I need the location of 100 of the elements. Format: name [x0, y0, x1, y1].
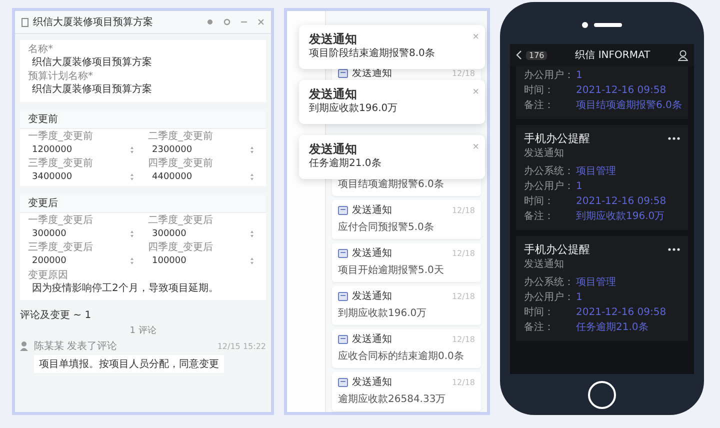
- toast-title: 发送通知: [309, 141, 358, 157]
- field-label: 名称*: [28, 44, 54, 56]
- notification-date: 12/18: [452, 292, 475, 300]
- number-field[interactable]: 1200000: [28, 143, 138, 157]
- calendar-icon: [338, 248, 348, 258]
- calendar-icon: [338, 378, 348, 386]
- toast-message: 项目阶段结束逾期报警8.0条: [309, 47, 436, 61]
- notification-date: 12/18: [452, 206, 475, 214]
- field-label: 二季度_变更前: [148, 131, 214, 143]
- user-icon[interactable]: [678, 50, 688, 60]
- notification-text: 项目结项逾期报警6.0条: [338, 178, 445, 192]
- row-value: 到期应收款196.0万: [576, 210, 665, 224]
- speaker-icon: [594, 23, 622, 27]
- card-title: 手机办公提醒: [524, 131, 590, 146]
- notification-card[interactable]: 发送通知 12/18 项目开始逾期报警5.0天: [332, 243, 481, 282]
- row-label: 时间：: [524, 194, 555, 209]
- close-icon[interactable]: [257, 18, 265, 26]
- row-label: 办公用户：: [524, 180, 575, 194]
- field-value: 织信大厦装修项目预算方案: [31, 56, 153, 69]
- more-icon[interactable]: [668, 137, 680, 140]
- row-value: 2021-12-16 09:58: [576, 306, 666, 320]
- field-label: 预算计划名称*: [28, 71, 94, 83]
- notification-card[interactable]: 发送通知 12/18 应收合同标的结束逾期0.0条: [332, 329, 481, 368]
- more-icon[interactable]: [668, 248, 680, 251]
- field-label: 四季度_变更后: [148, 242, 214, 254]
- notification-card[interactable]: 发送通知 12/18 逾期应收款26584.33万: [332, 372, 481, 411]
- notification-date: 12/18: [452, 248, 475, 258]
- comment-author: 陈某某 发表了评论: [34, 340, 118, 353]
- number-field[interactable]: 200000: [28, 254, 138, 268]
- row-value: 项目管理: [576, 276, 616, 290]
- notification-title: 发送通知: [352, 246, 393, 260]
- toast-message: 任务逾期21.0条: [309, 157, 382, 171]
- notification-text: 应付合同预报警5.0条: [338, 220, 435, 235]
- row-label: 办公系统：: [524, 276, 575, 290]
- chevron-left-icon: [516, 50, 522, 60]
- camera-icon: [582, 22, 588, 28]
- row-value: 任务逾期21.0条: [576, 320, 648, 335]
- calendar-icon: [338, 206, 348, 214]
- stepper-icon: [250, 173, 254, 181]
- calendar-icon: [338, 292, 348, 300]
- avatar-icon: [20, 341, 28, 351]
- field-value: 织信大厦装修项目预算方案: [31, 83, 153, 96]
- home-button[interactable]: [588, 380, 616, 408]
- number-field[interactable]: 100000: [148, 254, 258, 268]
- section-title: 评论及变更 ~ 1: [20, 309, 92, 322]
- field-label: 一季度_变更后: [28, 215, 94, 227]
- notification-title: 发送通知: [352, 332, 393, 346]
- row-value: 项目管理: [576, 165, 616, 179]
- row-label: 备注：: [524, 320, 555, 335]
- field-value: 因为疫情影响停工2个月，导致项目延期。: [31, 282, 220, 296]
- card-subtitle: 发送通知: [524, 258, 565, 271]
- row-value: 2021-12-16 09:58: [576, 84, 666, 98]
- window-title: 织信大厦装修项目预算方案: [33, 16, 154, 29]
- row-label: 办公用户：: [524, 290, 575, 305]
- notification-card[interactable]: 发送通知 12/18 到期应收款196.0万: [332, 286, 481, 325]
- calendar-icon: [338, 334, 348, 344]
- stepper-icon: [130, 257, 134, 265]
- toast-message: 到期应收款196.0万: [309, 102, 399, 116]
- comment-count: 1 评论: [130, 324, 156, 337]
- comment-text: 项目单填报。按项目人员分配，同意变更: [34, 355, 224, 373]
- field-label: 变更原因: [27, 270, 69, 282]
- notification-date: 12/18: [452, 334, 475, 344]
- field-label: 四季度_变更前: [148, 158, 214, 170]
- calendar-icon: [338, 68, 348, 78]
- notification-date: 12/18: [452, 68, 475, 78]
- stepper-icon: [130, 230, 134, 238]
- number-field[interactable]: 300000: [148, 227, 258, 241]
- section-title: 变更后: [20, 195, 266, 213]
- card-subtitle: 发送通知: [524, 146, 565, 160]
- row-label: 备注：: [524, 210, 555, 224]
- field-label: 三季度_变更前: [28, 158, 94, 170]
- notification-text: 应收合同标的结束逾期0.0条: [338, 350, 465, 364]
- stepper-icon: [250, 257, 254, 265]
- row-value: 1: [576, 69, 582, 83]
- notification-title: 发送通知: [352, 204, 393, 217]
- toast-title: 发送通知: [309, 86, 358, 102]
- comment-time: 12/15 15:22: [217, 342, 266, 350]
- number-field[interactable]: 2300000: [148, 143, 258, 157]
- row-value: 1: [576, 291, 582, 305]
- stepper-icon: [250, 146, 254, 154]
- field-label: 三季度_变更后: [28, 242, 94, 254]
- document-icon: [21, 18, 29, 26]
- number-field[interactable]: 4400000: [148, 170, 258, 184]
- notification-text: 到期应收款196.0万: [338, 306, 428, 321]
- field-label: 二季度_变更后: [148, 215, 214, 227]
- row-value: 1: [576, 180, 582, 194]
- row-label: 办公系统：: [524, 164, 575, 179]
- stepper-icon: [130, 173, 134, 181]
- number-field[interactable]: 300000: [28, 227, 138, 241]
- toast-title: 发送通知: [309, 31, 358, 47]
- card-title: 手机办公提醒: [524, 242, 590, 257]
- row-label: 备注：: [524, 98, 555, 113]
- field-label: 一季度_变更前: [28, 131, 94, 143]
- notification-title: 发送通知: [352, 376, 393, 389]
- notification-date: 12/18: [452, 378, 475, 386]
- notification-card[interactable]: 发送通知 12/18 应付合同预报警5.0条: [332, 200, 481, 239]
- row-label: 时间：: [524, 306, 555, 320]
- notification-title: 发送通知: [352, 290, 393, 303]
- number-field[interactable]: 3400000: [28, 170, 138, 184]
- stepper-icon: [250, 230, 254, 238]
